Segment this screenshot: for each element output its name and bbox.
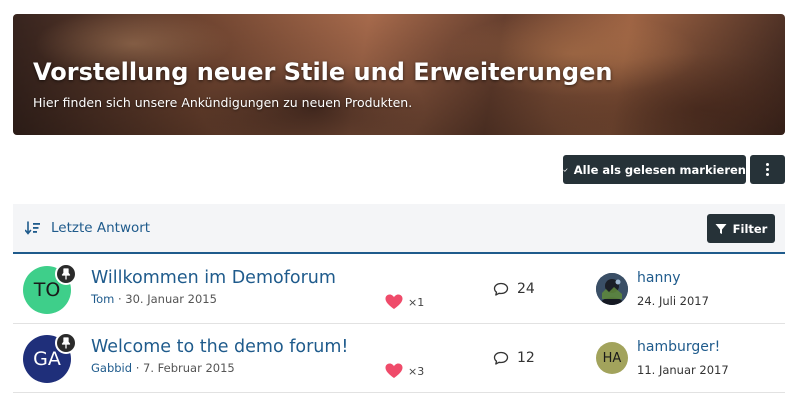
mark-all-read-label: Alle als gelesen markieren xyxy=(573,162,746,177)
thread-author[interactable]: Tom xyxy=(91,292,114,306)
reactions-summary[interactable]: ×3 xyxy=(385,363,424,379)
comment-icon xyxy=(493,282,509,296)
reaction-count: ×1 xyxy=(408,295,425,309)
last-poster-avatar[interactable] xyxy=(596,273,628,305)
reply-number: 24 xyxy=(517,281,535,297)
reply-number: 12 xyxy=(517,350,535,366)
comment-icon xyxy=(493,351,509,365)
checkmark-icon xyxy=(563,167,568,172)
reply-count: 24 xyxy=(493,281,535,297)
thread-title[interactable]: Willkommen im Demoforum xyxy=(91,268,336,288)
thread-row: TO Willkommen im Demoforum Tom · 30. Jan… xyxy=(13,256,785,324)
heart-icon xyxy=(385,294,403,309)
vertical-ellipsis-icon xyxy=(766,163,769,176)
thread-author[interactable]: Gabbid xyxy=(91,361,132,375)
filter-label: Filter xyxy=(732,221,768,236)
thread-meta: Gabbid · 7. Februar 2015 xyxy=(91,361,235,375)
last-poster-name[interactable]: hanny xyxy=(637,270,680,286)
thread-date[interactable]: 7. Februar 2015 xyxy=(143,361,235,375)
mark-all-read-button[interactable]: Alle als gelesen markieren xyxy=(563,155,746,184)
sort-label: Letzte Antwort xyxy=(51,220,151,236)
reply-count: 12 xyxy=(493,350,535,366)
funnel-icon xyxy=(715,223,727,234)
reaction-count: ×3 xyxy=(408,364,425,378)
reactions-summary[interactable]: ×1 xyxy=(385,294,424,310)
last-post-date[interactable]: 24. Juli 2017 xyxy=(637,294,709,308)
forum-banner: Vorstellung neuer Stile und Erweiterunge… xyxy=(13,14,785,135)
thread-meta: Tom · 30. Januar 2015 xyxy=(91,292,217,306)
thread-title[interactable]: Welcome to the demo forum! xyxy=(91,337,348,357)
forum-title: Vorstellung neuer Stile und Erweiterunge… xyxy=(33,58,613,86)
user-photo-icon xyxy=(596,273,628,305)
thread-row: GA Welcome to the demo forum! Gabbid · 7… xyxy=(13,325,785,393)
forum-description: Hier finden sich unsere Ankündigungen zu… xyxy=(33,95,413,110)
heart-icon xyxy=(385,363,403,378)
last-post-date[interactable]: 11. Januar 2017 xyxy=(637,363,729,377)
thread-date[interactable]: 30. Januar 2015 xyxy=(125,292,217,306)
sort-by-last-reply[interactable]: Letzte Antwort xyxy=(25,220,150,236)
meta-separator: · xyxy=(135,361,140,375)
more-options-button[interactable] xyxy=(750,155,785,184)
thread-list-header: Letzte Antwort Filter xyxy=(13,204,785,254)
pin-icon xyxy=(55,332,77,354)
last-poster-avatar[interactable]: HA xyxy=(596,342,628,374)
filter-button[interactable]: Filter xyxy=(707,214,775,243)
sort-descending-icon xyxy=(25,221,40,235)
meta-separator: · xyxy=(117,292,122,306)
pin-icon xyxy=(55,263,77,285)
avatar-initials: TO xyxy=(33,279,61,301)
last-poster-initials: HA xyxy=(602,350,622,366)
last-poster-name[interactable]: hamburger! xyxy=(637,339,720,355)
avatar-initials: GA xyxy=(33,348,61,370)
